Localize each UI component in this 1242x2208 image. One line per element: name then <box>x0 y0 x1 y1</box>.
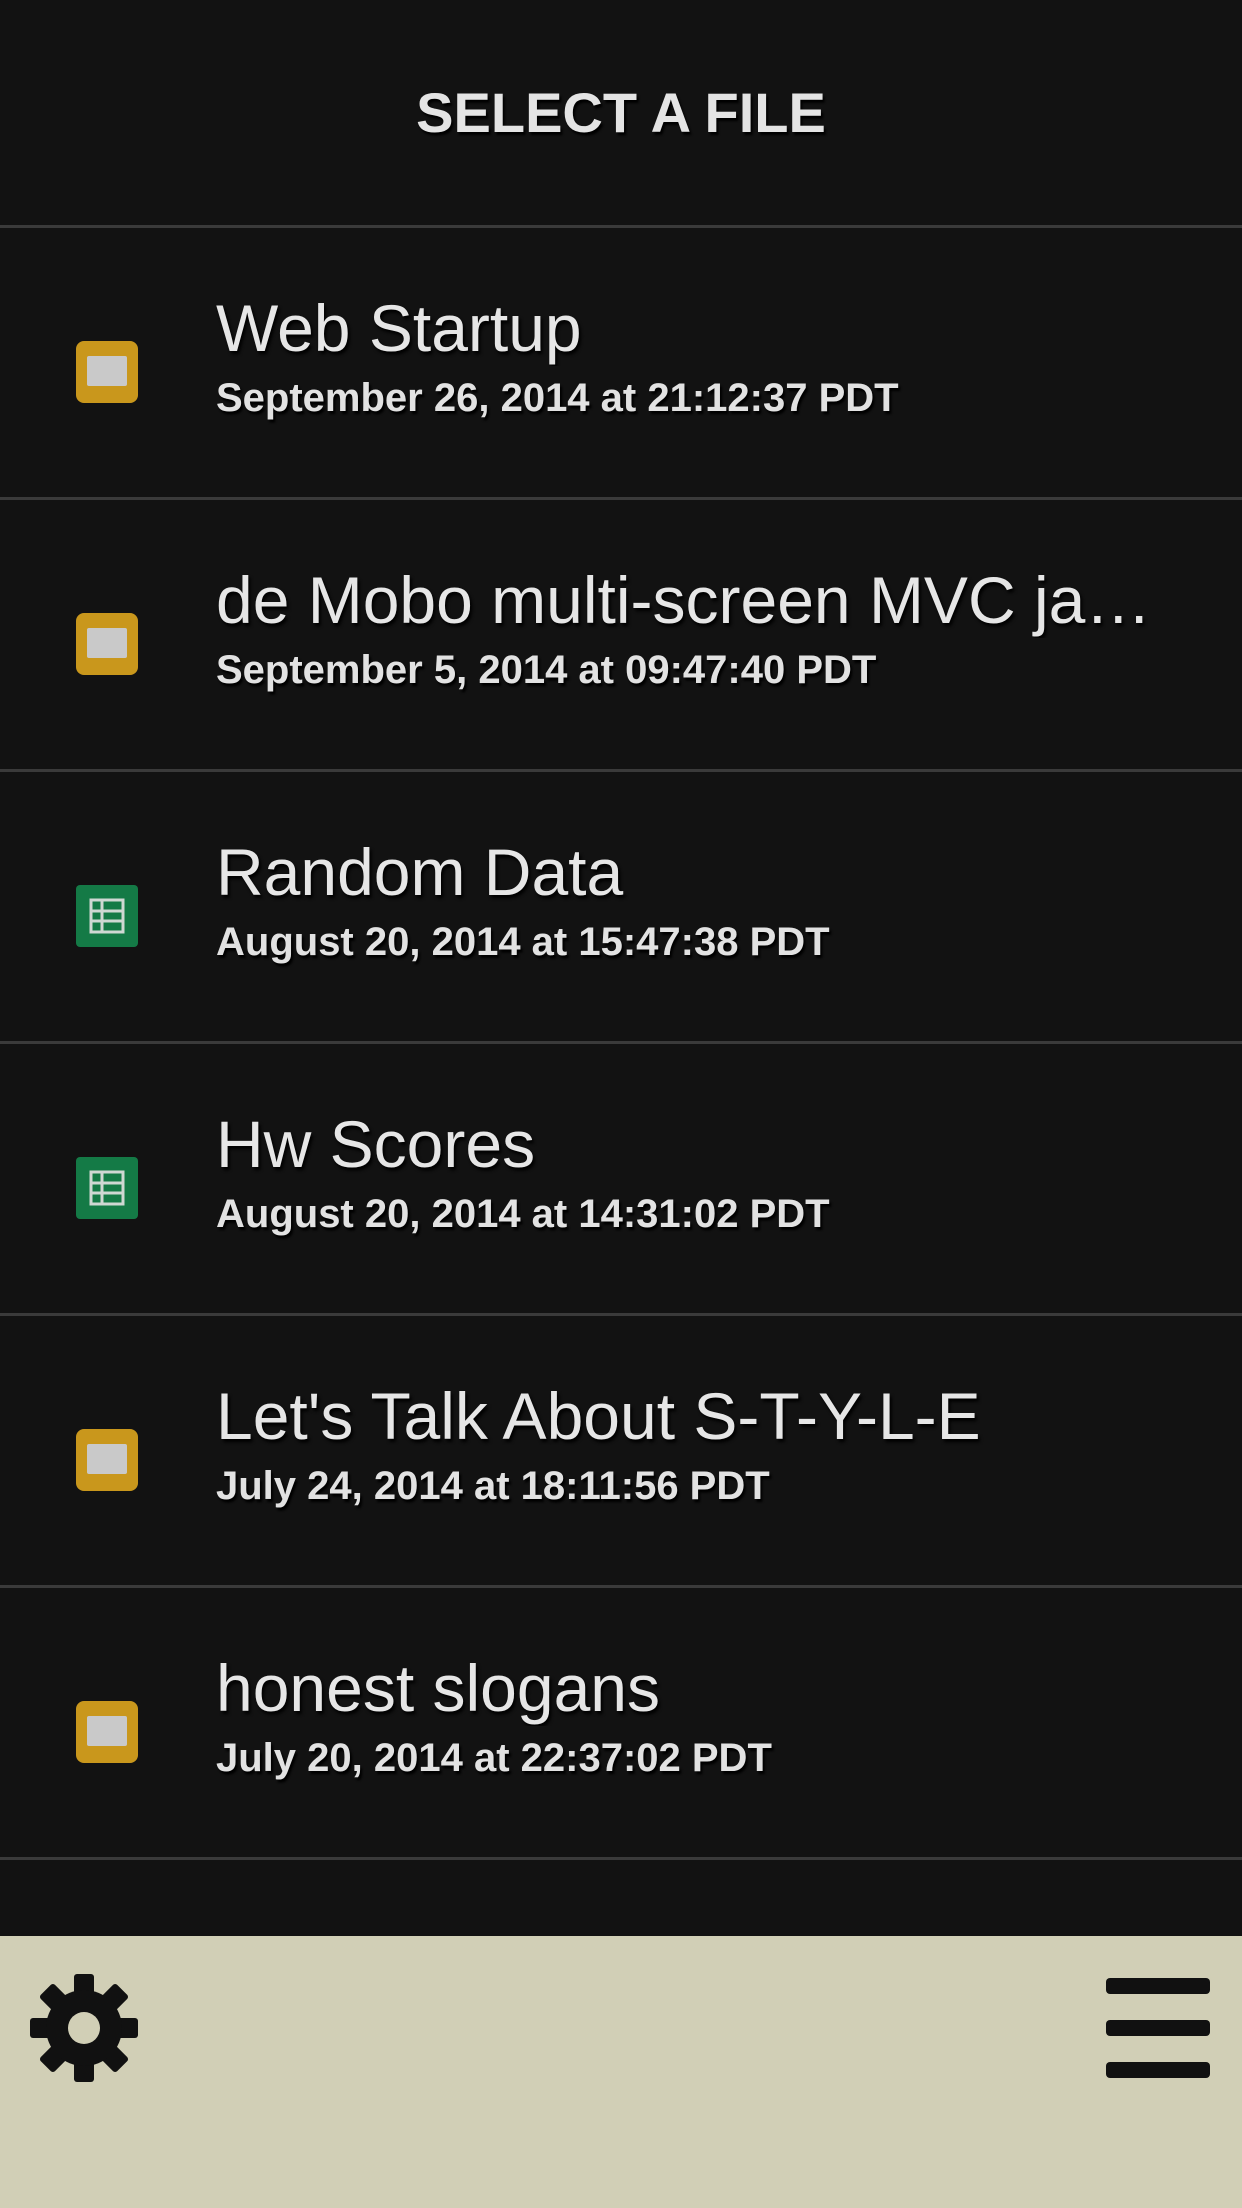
slides-file-icon <box>76 613 138 675</box>
file-date: September 5, 2014 at 09:47:40 PDT <box>216 648 877 692</box>
file-row[interactable]: Hw Scores August 20, 2014 at 14:31:02 PD… <box>0 1044 1242 1316</box>
file-date: August 20, 2014 at 14:31:02 PDT <box>216 1192 830 1236</box>
file-date: August 20, 2014 at 15:47:38 PDT <box>216 920 830 964</box>
slides-file-icon <box>76 341 138 403</box>
sheets-file-icon <box>76 1157 138 1219</box>
page-title: SELECT A FILE <box>416 81 826 144</box>
file-row[interactable]: honest slogans July 20, 2014 at 22:37:02… <box>0 1588 1242 1860</box>
file-picker-screen: SELECT A FILE Web Startup September 26, … <box>0 0 1242 2208</box>
slides-file-icon <box>76 1429 138 1491</box>
file-title: Let's Talk About S-T-Y-L-E <box>216 1379 981 1453</box>
file-date: September 26, 2014 at 21:12:37 PDT <box>216 376 899 420</box>
bottom-toolbar <box>0 1936 1242 2208</box>
sheets-file-icon <box>76 885 138 947</box>
file-title: Hw Scores <box>216 1107 536 1181</box>
file-title: de Mobo multi-screen MVC ja… <box>216 563 1152 637</box>
file-row[interactable]: Web Startup September 26, 2014 at 21:12:… <box>0 228 1242 500</box>
file-row[interactable]: Random Data August 20, 2014 at 15:47:38 … <box>0 772 1242 1044</box>
file-title: Random Data <box>216 835 624 909</box>
file-row[interactable]: Let's Talk About S-T-Y-L-E July 24, 2014… <box>0 1316 1242 1588</box>
hamburger-menu-icon[interactable] <box>1100 1978 1216 2078</box>
file-title: Web Startup <box>216 291 582 365</box>
file-date: July 20, 2014 at 22:37:02 PDT <box>216 1736 772 1780</box>
header: SELECT A FILE <box>0 0 1242 228</box>
file-title: honest slogans <box>216 1651 660 1725</box>
file-list[interactable]: Web Startup September 26, 2014 at 21:12:… <box>0 228 1242 1936</box>
file-row[interactable]: de Mobo multi-screen MVC ja… September 5… <box>0 500 1242 772</box>
slides-file-icon <box>76 1701 138 1763</box>
gear-icon[interactable] <box>28 1972 140 2084</box>
file-date: July 24, 2014 at 18:11:56 PDT <box>216 1464 770 1508</box>
